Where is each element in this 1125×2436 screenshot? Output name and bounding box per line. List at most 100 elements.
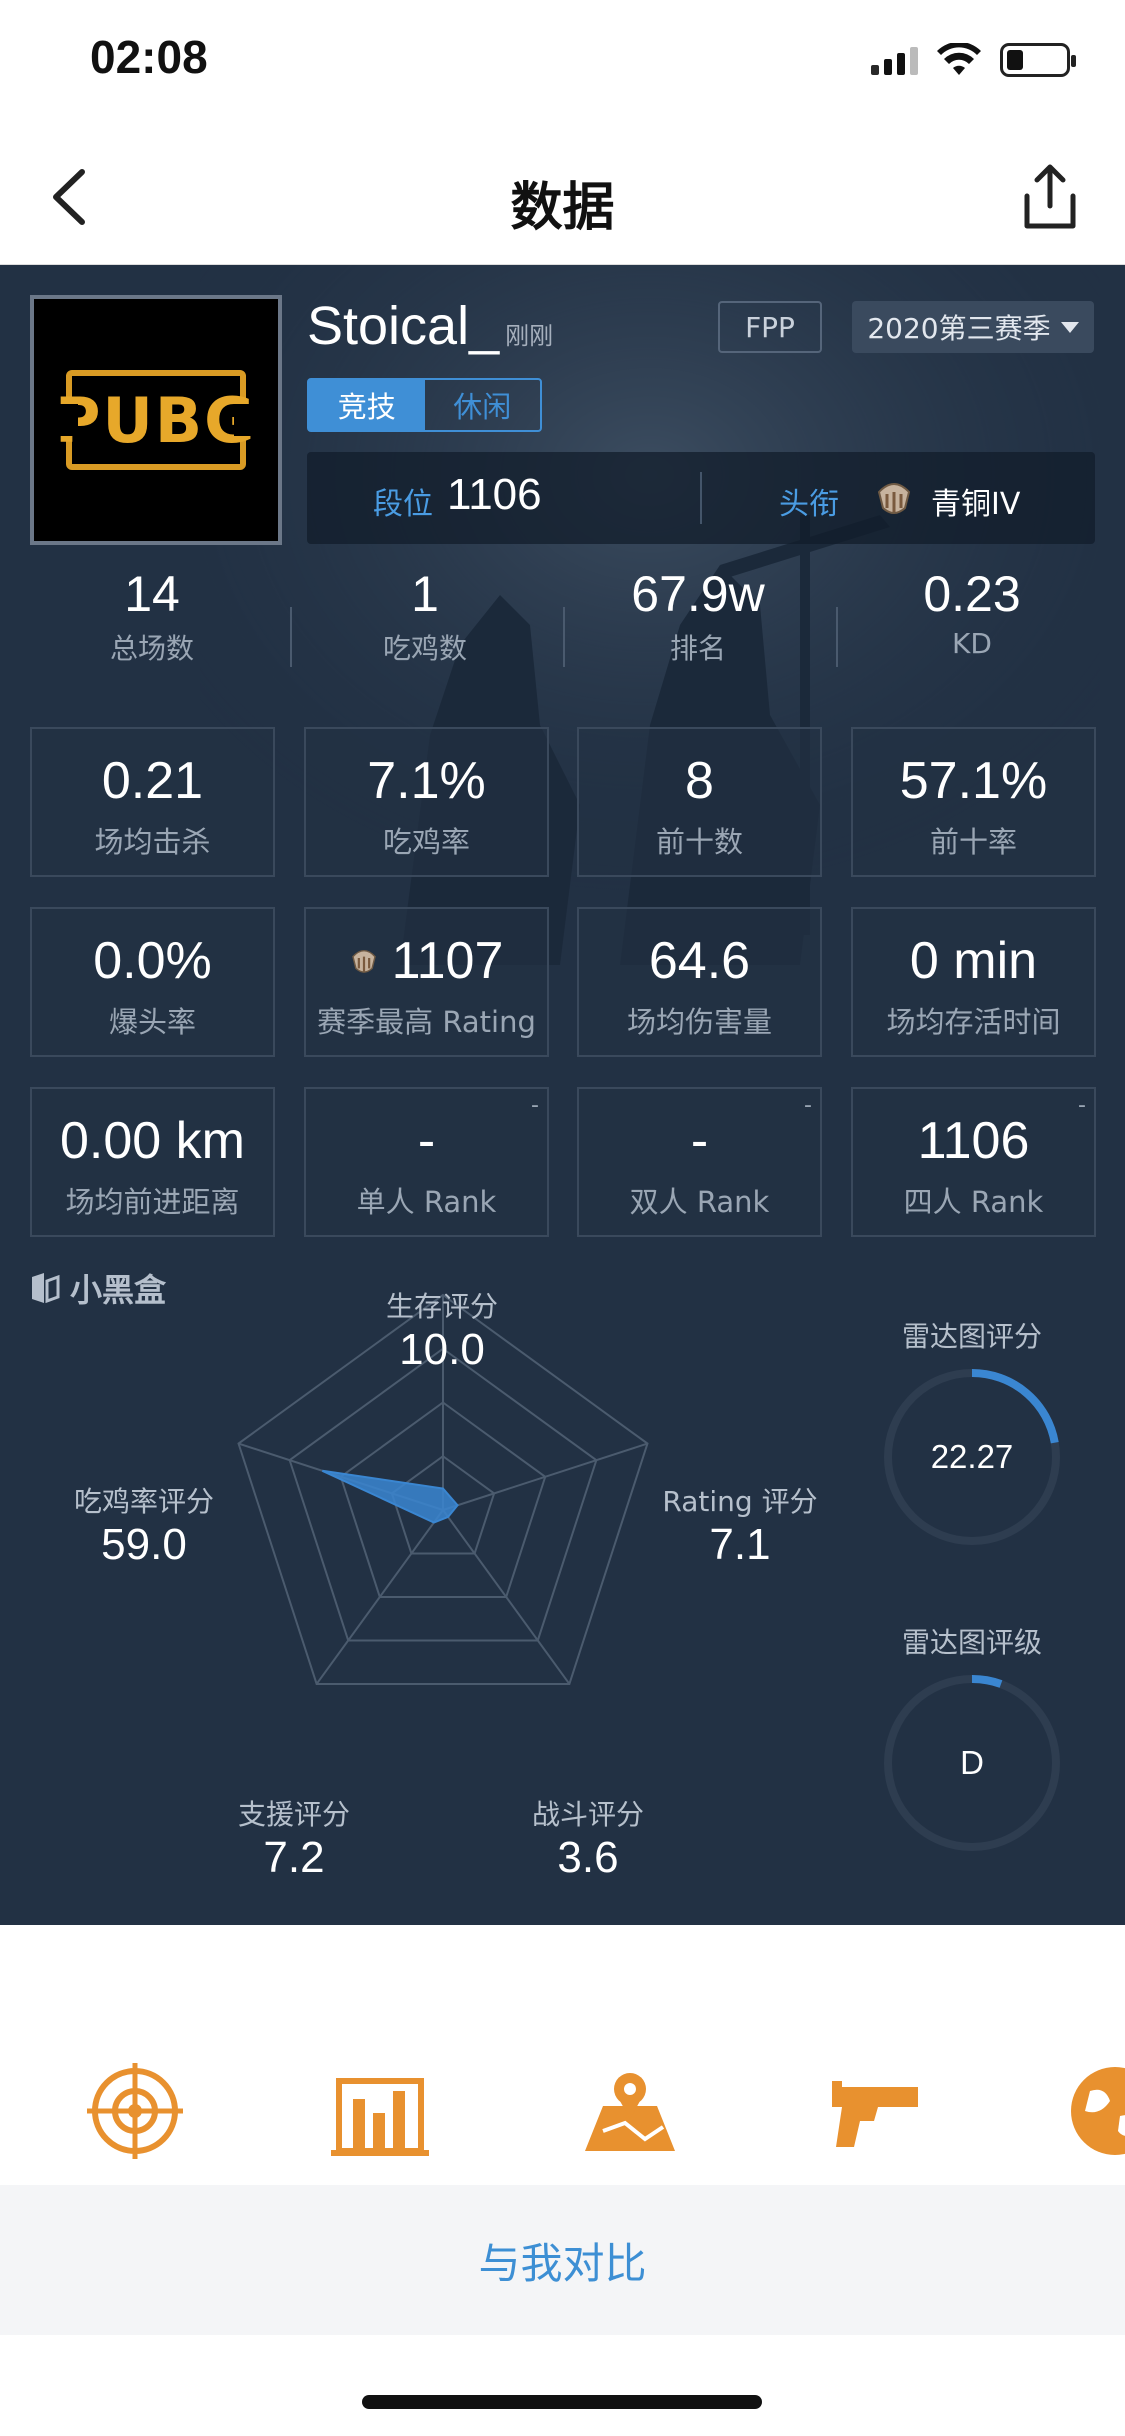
stat-label: 场均存活时间 [886, 1005, 1061, 1039]
home-indicator [362, 2395, 762, 2409]
stat-value: - [690, 1112, 709, 1170]
season-select[interactable]: 2020第三赛季 [852, 301, 1094, 353]
player-name-row: Stoical_ 刚刚 [307, 295, 553, 357]
summary-value: 14 [124, 566, 180, 622]
summary-value: 67.9w [631, 566, 765, 622]
radar-grade-gauge: D [882, 1673, 1062, 1853]
stat-value: 8 [685, 752, 714, 810]
radar-score-value: 22.27 [930, 1438, 1014, 1475]
radar-grade-label: 雷达图评级 [901, 1626, 1042, 1659]
stat-value: 1107 [306, 931, 547, 991]
radar-axis-support: 支援评分 7.2 [194, 1793, 394, 1883]
stat-card: 7.1% 吃鸡率 [304, 727, 549, 877]
stat-value: 0.00 km [60, 1112, 245, 1170]
bronze-medal-icon [351, 949, 376, 973]
radar-grade-block: 雷达图评级 D [872, 1621, 1072, 1853]
radar-axis-combat: 战斗评分 3.6 [488, 1793, 688, 1883]
summary-value: 0.23 [923, 566, 1021, 622]
stat-card: 0.0% 爆头率 [30, 907, 275, 1057]
status-time: 02:08 [90, 31, 208, 83]
radar-axis-value: 3.6 [557, 1833, 619, 1882]
stat-card: - - 单人 Rank [304, 1087, 549, 1237]
stat-value: 0.0% [93, 932, 212, 990]
stat-label: 前十率 [929, 825, 1017, 859]
leaderboard-icon[interactable] [325, 2061, 435, 2161]
stat-label: 吃鸡率 [382, 825, 470, 859]
stat-label: 四人 Rank [903, 1185, 1044, 1219]
mode-tabs: 竞技 休闲 [307, 378, 542, 432]
stat-value: 0 min [909, 932, 1038, 990]
stat-value: 1106 [917, 1112, 1030, 1170]
radar-axis-value: 10.0 [399, 1325, 485, 1374]
rank-bar: 段位 1106 头衔 青铜IV [307, 452, 1095, 544]
pistol-icon[interactable] [820, 2061, 930, 2161]
stat-value: 64.6 [648, 932, 751, 990]
stat-corner-mark: - [804, 1093, 812, 1118]
bronze-medal-icon [877, 483, 911, 514]
summary-stats: 14 总场数 1 吃鸡数 67.9w 排名 0.23 KD [0, 565, 1125, 695]
brand-logo-icon [32, 1273, 60, 1304]
stat-card: 1107 赛季最高 Rating [304, 907, 549, 1057]
compare-button[interactable]: 与我对比 [0, 2185, 1125, 2335]
tab-competitive[interactable]: 竞技 [309, 380, 425, 430]
stat-card: 57.1% 前十率 [851, 727, 1096, 877]
globe-icon[interactable] [1060, 2061, 1125, 2161]
summary-item: 0.23 KD [852, 565, 1092, 660]
stat-label: 前十数 [655, 825, 743, 859]
stat-value: 0.21 [101, 752, 204, 810]
radar-grade-value: D [960, 1744, 984, 1781]
pubg-logo: PUBG [55, 370, 255, 470]
stat-label: 爆头率 [108, 1005, 196, 1039]
radar-axis-survival: 生存评分 10.0 [332, 1285, 552, 1375]
summary-divider [836, 607, 838, 667]
radar-axis-value: 7.1 [709, 1520, 771, 1569]
title-value: 青铜IV [931, 487, 1021, 522]
stat-label: 单人 Rank [356, 1185, 497, 1219]
brand-watermark: 小黑盒 [28, 1265, 166, 1311]
stat-corner-mark: - [1078, 1093, 1086, 1118]
rank-value: 1106 [447, 470, 542, 519]
stat-card: - - 双人 Rank [577, 1087, 822, 1237]
stat-card: 0 min 场均存活时间 [851, 907, 1096, 1057]
cellular-signal-icon [871, 45, 918, 75]
radar-axis-label: 战斗评分 [531, 1798, 644, 1831]
stat-value: - [417, 1112, 436, 1170]
radar-axis-label: Rating 评分 [662, 1485, 818, 1518]
stat-card: - 1106 四人 Rank [851, 1087, 1096, 1237]
wifi-icon [937, 43, 981, 75]
player-name: Stoical_ [307, 296, 500, 356]
perspective-toggle[interactable]: FPP [718, 301, 822, 353]
summary-label: 吃鸡数 [382, 632, 467, 665]
stat-label: 场均前进距离 [65, 1185, 240, 1219]
radar-axis-rating: Rating 评分 7.1 [640, 1480, 840, 1570]
brand-name: 小黑盒 [70, 1271, 167, 1309]
radar-axis-label: 吃鸡率评分 [73, 1485, 214, 1518]
radar-score-block: 雷达图评分 22.27 [872, 1315, 1072, 1547]
summary-item: 67.9w 排名 [578, 565, 818, 667]
title-label: 头衔 [779, 487, 839, 522]
tools-strip [0, 2019, 1125, 2185]
player-avatar: PUBG [30, 295, 282, 545]
rank-divider [700, 472, 702, 524]
share-icon[interactable] [1015, 158, 1085, 233]
stat-label: 双人 Rank [629, 1185, 770, 1219]
map-icon[interactable] [575, 2061, 685, 2161]
summary-divider [290, 607, 292, 667]
season-label: 2020第三赛季 [867, 312, 1051, 345]
summary-label: 总场数 [109, 632, 194, 665]
stat-card: 0.21 场均击杀 [30, 727, 275, 877]
radar-section: 生存评分 10.0 Rating 评分 7.1 战斗评分 3.6 支援评分 7.… [0, 1265, 1125, 1905]
radar-spoke [442, 1442, 648, 1511]
stat-label: 场均击杀 [94, 825, 211, 859]
radar-axis-winrate: 吃鸡率评分 59.0 [44, 1480, 244, 1570]
crosshair-icon[interactable] [80, 2061, 190, 2161]
stat-card: 0.00 km 场均前进距离 [30, 1087, 275, 1237]
rank-label: 段位 [373, 487, 433, 522]
stat-value: 57.1% [899, 752, 1048, 810]
stat-corner-mark: - [531, 1093, 539, 1118]
radar-axis-value: 59.0 [101, 1520, 187, 1569]
tab-casual[interactable]: 休闲 [425, 380, 541, 430]
stat-value-text: 1107 [391, 932, 504, 990]
battery-icon [1000, 43, 1076, 77]
summary-label: 排名 [669, 632, 726, 665]
